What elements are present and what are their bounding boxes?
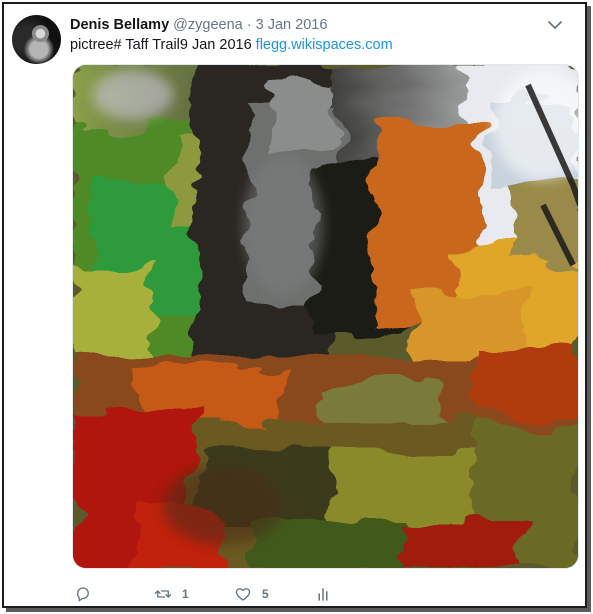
tweet-link[interactable]: flegg.wikispaces.com [256, 37, 393, 53]
tweet-actions: 1 5 [74, 582, 374, 606]
like-button[interactable]: 5 [234, 582, 269, 606]
retweet-count: 1 [182, 587, 189, 601]
analytics-button[interactable] [314, 582, 332, 606]
reply-icon [77, 587, 89, 602]
heart-icon [235, 588, 251, 601]
tweet-card[interactable]: Denis Bellamy @zygeena · 3 Jan 2016 pict… [2, 2, 587, 608]
separator: · [246, 17, 252, 33]
retweet-button[interactable]: 1 [154, 582, 189, 606]
retweet-icon [154, 590, 172, 598]
painted-forest-image[interactable] [72, 64, 579, 569]
avatar[interactable] [12, 15, 61, 64]
tweet-date[interactable]: 3 Jan 2016 [256, 17, 328, 33]
like-count: 5 [262, 587, 269, 601]
analytics-icon [318, 588, 328, 601]
tweet-text: pictree# Taff Trail9 Jan 2016 flegg.wiki… [70, 36, 393, 54]
reply-button[interactable] [74, 582, 102, 606]
author-name[interactable]: Denis Bellamy [70, 17, 169, 33]
chevron-down-icon[interactable] [545, 16, 565, 34]
tweet-body: pictree# Taff Trail9 Jan 2016 [70, 37, 252, 53]
author-handle[interactable]: @zygeena [173, 17, 243, 33]
tweet-header: Denis Bellamy @zygeena · 3 Jan 2016 [70, 16, 327, 34]
